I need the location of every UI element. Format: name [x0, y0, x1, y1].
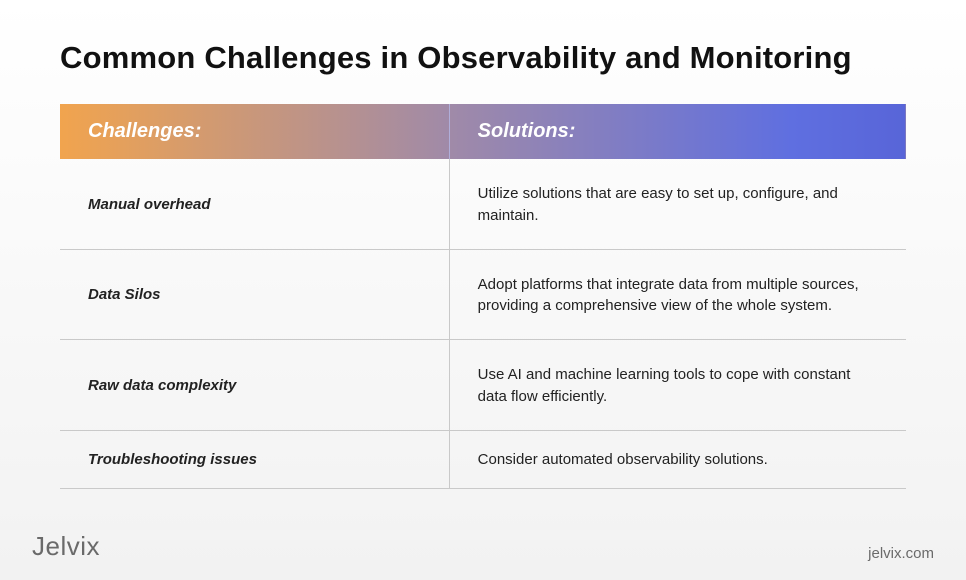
challenge-cell: Troubleshooting issues	[60, 430, 449, 489]
challenge-cell: Data Silos	[60, 249, 449, 340]
challenge-cell: Manual overhead	[60, 159, 449, 249]
table-row: Troubleshooting issues Consider automate…	[60, 430, 906, 489]
challenges-table: Challenges: Solutions: Manual overhead U…	[60, 104, 906, 489]
page-title: Common Challenges in Observability and M…	[60, 40, 906, 76]
challenge-cell: Raw data complexity	[60, 340, 449, 431]
table-row: Manual overhead Utilize solutions that a…	[60, 159, 906, 249]
site-url: jelvix.com	[868, 545, 934, 562]
solution-cell: Adopt platforms that integrate data from…	[449, 249, 906, 340]
solution-cell: Utilize solutions that are easy to set u…	[449, 159, 906, 249]
header-challenges: Challenges:	[60, 104, 449, 159]
solution-cell: Consider automated observability solutio…	[449, 430, 906, 489]
table-header-row: Challenges: Solutions:	[60, 104, 906, 159]
table-row: Raw data complexity Use AI and machine l…	[60, 340, 906, 431]
header-solutions: Solutions:	[449, 104, 906, 159]
solution-cell: Use AI and machine learning tools to cop…	[449, 340, 906, 431]
table-row: Data Silos Adopt platforms that integrat…	[60, 249, 906, 340]
brand-logo: Jelvix	[32, 531, 100, 562]
